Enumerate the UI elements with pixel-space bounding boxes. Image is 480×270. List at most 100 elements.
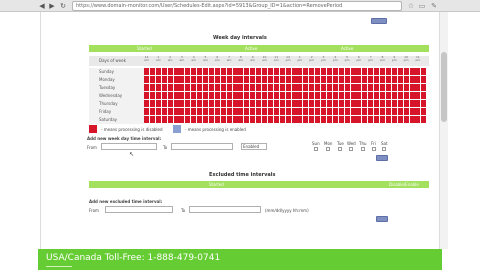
schedule-cell[interactable] xyxy=(250,84,256,91)
schedule-cell[interactable] xyxy=(350,108,356,115)
schedule-cell[interactable] xyxy=(385,76,391,83)
schedule-cell[interactable] xyxy=(391,84,397,91)
schedule-cell[interactable] xyxy=(208,92,214,99)
schedule-cell[interactable] xyxy=(303,100,309,107)
schedule-cell[interactable] xyxy=(421,116,427,123)
schedule-cell[interactable] xyxy=(315,68,321,75)
schedule-cell[interactable] xyxy=(380,84,385,91)
address-bar[interactable]: https://www.domain-monitor.com/User/Sche… xyxy=(72,1,402,11)
schedule-cell[interactable] xyxy=(238,76,244,83)
schedule-cell[interactable] xyxy=(220,92,226,99)
schedule-cell[interactable] xyxy=(220,84,226,91)
schedule-cell[interactable] xyxy=(279,108,285,115)
schedule-cell[interactable] xyxy=(173,84,179,91)
schedule-cell[interactable] xyxy=(173,68,179,75)
schedule-cell[interactable] xyxy=(244,68,250,75)
schedule-cell[interactable] xyxy=(356,76,362,83)
schedule-cell[interactable] xyxy=(262,68,267,75)
schedule-cell[interactable] xyxy=(267,68,273,75)
schedule-cell[interactable] xyxy=(326,76,332,83)
top-save-button[interactable] xyxy=(371,18,387,24)
schedule-cell[interactable] xyxy=(155,92,161,99)
schedule-cell[interactable] xyxy=(250,92,256,99)
schedule-cell[interactable] xyxy=(415,84,421,91)
schedule-cell[interactable] xyxy=(155,116,161,123)
schedule-cell[interactable] xyxy=(179,108,185,115)
schedule-cell[interactable] xyxy=(303,68,309,75)
schedule-cell[interactable] xyxy=(279,116,285,123)
schedule-cell[interactable] xyxy=(191,100,197,107)
schedule-cell[interactable] xyxy=(421,84,427,91)
schedule-cell[interactable] xyxy=(279,100,285,107)
schedule-cell[interactable] xyxy=(362,84,368,91)
schedule-cell[interactable] xyxy=(397,76,403,83)
schedule-cell[interactable] xyxy=(267,100,273,107)
schedule-cell[interactable] xyxy=(214,68,220,75)
schedule-cell[interactable] xyxy=(332,68,338,75)
wrench-icon[interactable]: ✎ xyxy=(430,2,438,10)
schedule-cell[interactable] xyxy=(297,76,303,83)
schedule-cell[interactable] xyxy=(185,108,191,115)
schedule-cell[interactable] xyxy=(326,92,332,99)
schedule-cell[interactable] xyxy=(155,100,161,107)
schedule-cell[interactable] xyxy=(203,108,208,115)
schedule-cell[interactable] xyxy=(149,68,155,75)
schedule-cell[interactable] xyxy=(244,108,250,115)
schedule-cell[interactable] xyxy=(244,84,250,91)
schedule-cell[interactable] xyxy=(356,100,362,107)
schedule-cell[interactable] xyxy=(350,92,356,99)
schedule-cell[interactable] xyxy=(167,108,173,115)
schedule-cell[interactable] xyxy=(203,100,208,107)
schedule-cell[interactable] xyxy=(380,100,385,107)
schedule-cell[interactable] xyxy=(403,92,409,99)
schedule-cell[interactable] xyxy=(197,84,203,91)
schedule-cell[interactable] xyxy=(232,76,238,83)
schedule-cell[interactable] xyxy=(350,76,356,83)
schedule-cell[interactable] xyxy=(362,108,368,115)
schedule-cell[interactable] xyxy=(232,92,238,99)
schedule-cell[interactable] xyxy=(256,100,262,107)
schedule-cell[interactable] xyxy=(315,116,321,123)
schedule-cell[interactable] xyxy=(256,108,262,115)
wed-checkbox[interactable] xyxy=(349,147,353,151)
schedule-cell[interactable] xyxy=(256,76,262,83)
sat-checkbox[interactable] xyxy=(382,147,386,151)
schedule-cell[interactable] xyxy=(368,76,374,83)
schedule-cell[interactable] xyxy=(185,92,191,99)
schedule-cell[interactable] xyxy=(303,116,309,123)
schedule-cell[interactable] xyxy=(214,84,220,91)
schedule-cell[interactable] xyxy=(208,108,214,115)
schedule-cell[interactable] xyxy=(415,108,421,115)
schedule-cell[interactable] xyxy=(262,84,267,91)
schedule-cell[interactable] xyxy=(238,92,244,99)
schedule-cell[interactable] xyxy=(403,116,409,123)
schedule-cell[interactable] xyxy=(326,68,332,75)
schedule-cell[interactable] xyxy=(350,116,356,123)
page-scrollbar[interactable] xyxy=(440,12,448,249)
schedule-cell[interactable] xyxy=(267,92,273,99)
schedule-cell[interactable] xyxy=(155,108,161,115)
schedule-cell[interactable] xyxy=(238,100,244,107)
schedule-cell[interactable] xyxy=(409,84,415,91)
schedule-cell[interactable] xyxy=(291,92,297,99)
schedule-cell[interactable] xyxy=(273,100,279,107)
schedule-cell[interactable] xyxy=(214,108,220,115)
schedule-cell[interactable] xyxy=(344,68,350,75)
schedule-cell[interactable] xyxy=(332,92,338,99)
schedule-cell[interactable] xyxy=(315,84,321,91)
schedule-cell[interactable] xyxy=(309,108,315,115)
schedule-cell[interactable] xyxy=(326,108,332,115)
schedule-cell[interactable] xyxy=(155,84,161,91)
schedule-cell[interactable] xyxy=(226,100,232,107)
schedule-cell[interactable] xyxy=(191,84,197,91)
schedule-cell[interactable] xyxy=(149,84,155,91)
schedule-cell[interactable] xyxy=(155,68,161,75)
schedule-cell[interactable] xyxy=(197,92,203,99)
schedule-cell[interactable] xyxy=(338,108,344,115)
schedule-cell[interactable] xyxy=(344,76,350,83)
schedule-cell[interactable] xyxy=(356,108,362,115)
schedule-cell[interactable] xyxy=(232,68,238,75)
schedule-cell[interactable] xyxy=(232,116,238,123)
schedule-cell[interactable] xyxy=(409,100,415,107)
schedule-cell[interactable] xyxy=(244,100,250,107)
